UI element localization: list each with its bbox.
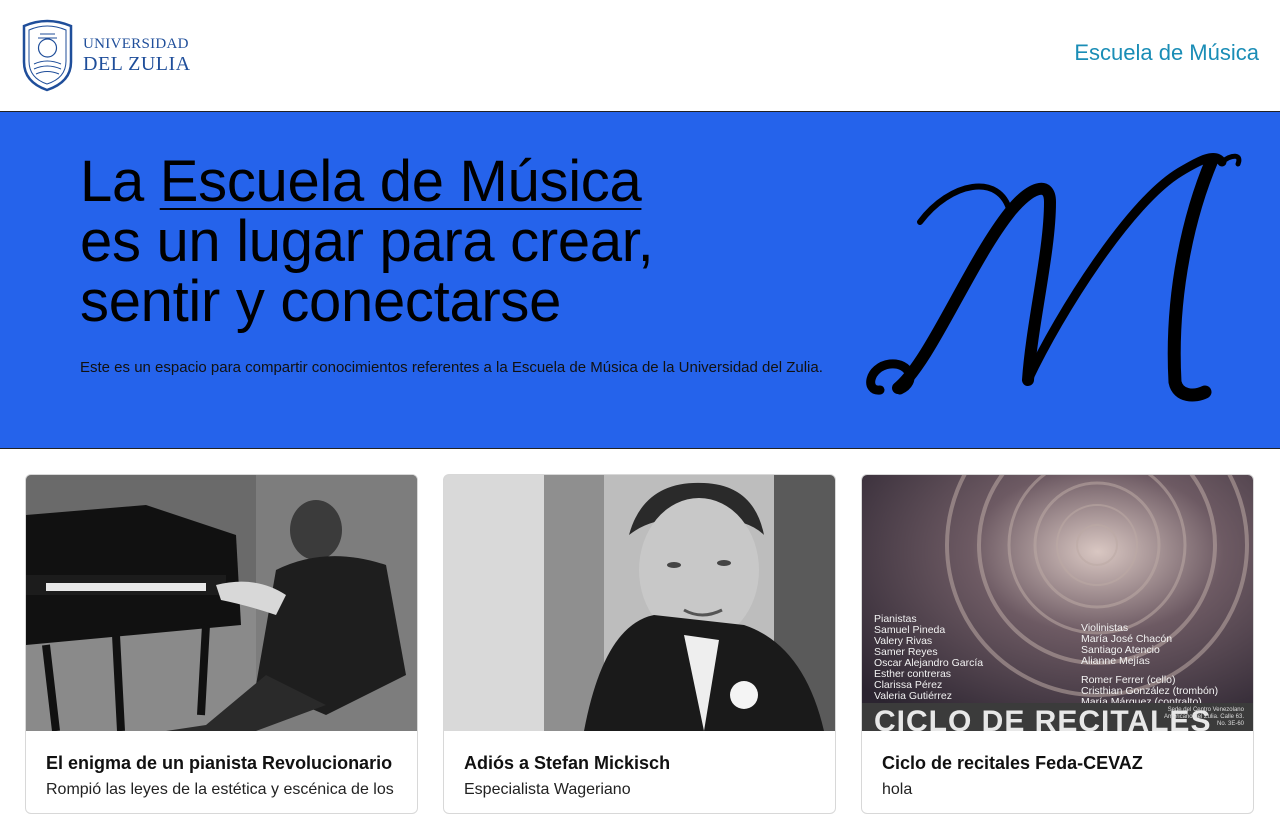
article-card-recitales[interactable]: Pianistas Samuel Pineda Valery Rivas Sam… <box>861 474 1254 814</box>
music-m-logo-icon <box>866 153 1242 402</box>
poster-pianists-list: Pianistas Samuel Pineda Valery Rivas Sam… <box>874 613 984 702</box>
card-image-recitales-poster: Pianistas Samuel Pineda Valery Rivas Sam… <box>862 475 1253 731</box>
hero-title-prefix: La <box>80 149 160 214</box>
article-card-pianist[interactable]: El enigma de un pianista Revolucionario … <box>25 474 418 814</box>
poster-venue-text: Sede del Centro Venezolano Americano del… <box>1163 707 1244 727</box>
logo-line-1: UNIVERSIDAD <box>83 35 189 52</box>
hero-section: La Escuela de Música es un lugar para cr… <box>0 112 1280 449</box>
card-image-mickisch <box>444 475 835 731</box>
hero-title-line-3: sentir y conectarse <box>80 269 562 334</box>
hero-title-link[interactable]: Escuela de Música <box>160 149 642 214</box>
university-seal-icon <box>22 19 73 92</box>
poster-violinists-list: Violinistas María José Chacón Santiago A… <box>1081 622 1219 708</box>
card-excerpt: Rompió las leyes de la estética y escéni… <box>46 781 394 798</box>
nav-link-escuela[interactable]: Escuela de Música <box>1074 40 1259 66</box>
hero-title-line-2: es un lugar para crear, <box>80 209 654 274</box>
card-title: Ciclo de recitales Feda-CEVAZ <box>882 753 1143 773</box>
hero-title: La Escuela de Música es un lugar para cr… <box>80 149 654 334</box>
card-image-pianist <box>26 475 417 731</box>
article-card-mickisch[interactable]: Adiós a Stefan Mickisch Especialista Wag… <box>443 474 836 814</box>
card-title: El enigma de un pianista Revolucionario <box>46 753 393 773</box>
poster-banner-text: CICLO DE RECITALES <box>874 705 1212 732</box>
card-title: Adiós a Stefan Mickisch <box>464 753 671 773</box>
card-excerpt: Especialista Wageriano <box>464 781 631 798</box>
card-excerpt: hola <box>882 781 913 798</box>
hero-description: Este es un espacio para compartir conoci… <box>80 359 823 376</box>
site-header: UNIVERSIDAD DEL ZULIA Escuela de Música <box>0 0 1280 112</box>
logo-line-2: DEL ZULIA <box>83 52 191 75</box>
university-logo-link[interactable]: UNIVERSIDAD DEL ZULIA <box>20 18 191 92</box>
